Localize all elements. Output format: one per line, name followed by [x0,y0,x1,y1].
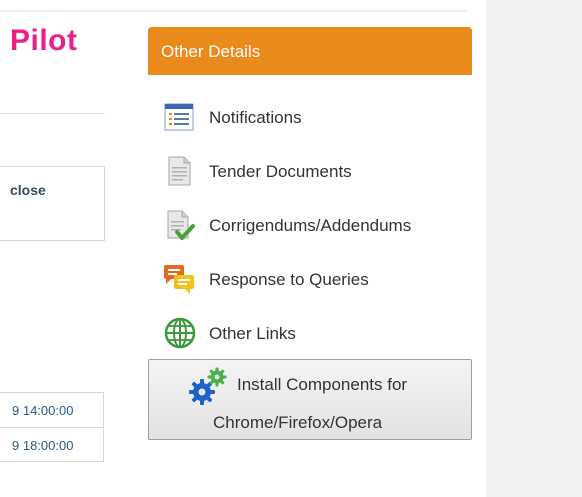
close-column-header: close [10,182,46,198]
install-button-line1: Install Components for [237,375,408,394]
menu-item-notifications[interactable]: Notifications [162,100,462,134]
notifications-list-icon [162,100,196,134]
page-title: Pilot [10,24,78,57]
date-cell: 9 18:00:00 [12,438,74,453]
date-cell: 9 14:00:00 [12,403,74,418]
chat-bubbles-icon [162,262,196,296]
table-row: 9 14:00:00 [0,392,104,427]
title-divider [0,113,105,114]
gears-icon [185,366,233,406]
tender-documents-label: Tender Documents [209,162,352,181]
other-details-header: Other Details [148,27,472,75]
install-components-button[interactable]: Install Components for Chrome/Firefox/Op… [148,359,472,440]
other-links-label: Other Links [209,324,296,343]
table-row: 9 18:00:00 [0,427,104,462]
globe-icon [162,316,196,350]
install-button-line2: Chrome/Firefox/Opera [213,413,383,432]
response-to-queries-label: Response to Queries [209,270,369,289]
side-gutter [486,0,582,497]
menu-item-other-links[interactable]: Other Links [162,316,462,350]
top-divider [0,10,467,12]
date-table: 9 14:00:00 9 18:00:00 [0,392,104,462]
panel-title: Other Details [161,42,261,61]
menu-item-tender-documents[interactable]: Tender Documents [162,154,462,188]
notifications-label: Notifications [209,108,302,127]
document-icon [162,154,196,188]
menu-item-corrigendums[interactable]: Corrigendums/Addendums [162,208,462,242]
table-header-cell [0,166,105,241]
corrigendums-label: Corrigendums/Addendums [209,216,412,235]
menu-item-response-to-queries[interactable]: Response to Queries [162,262,462,296]
document-check-icon [162,208,196,242]
